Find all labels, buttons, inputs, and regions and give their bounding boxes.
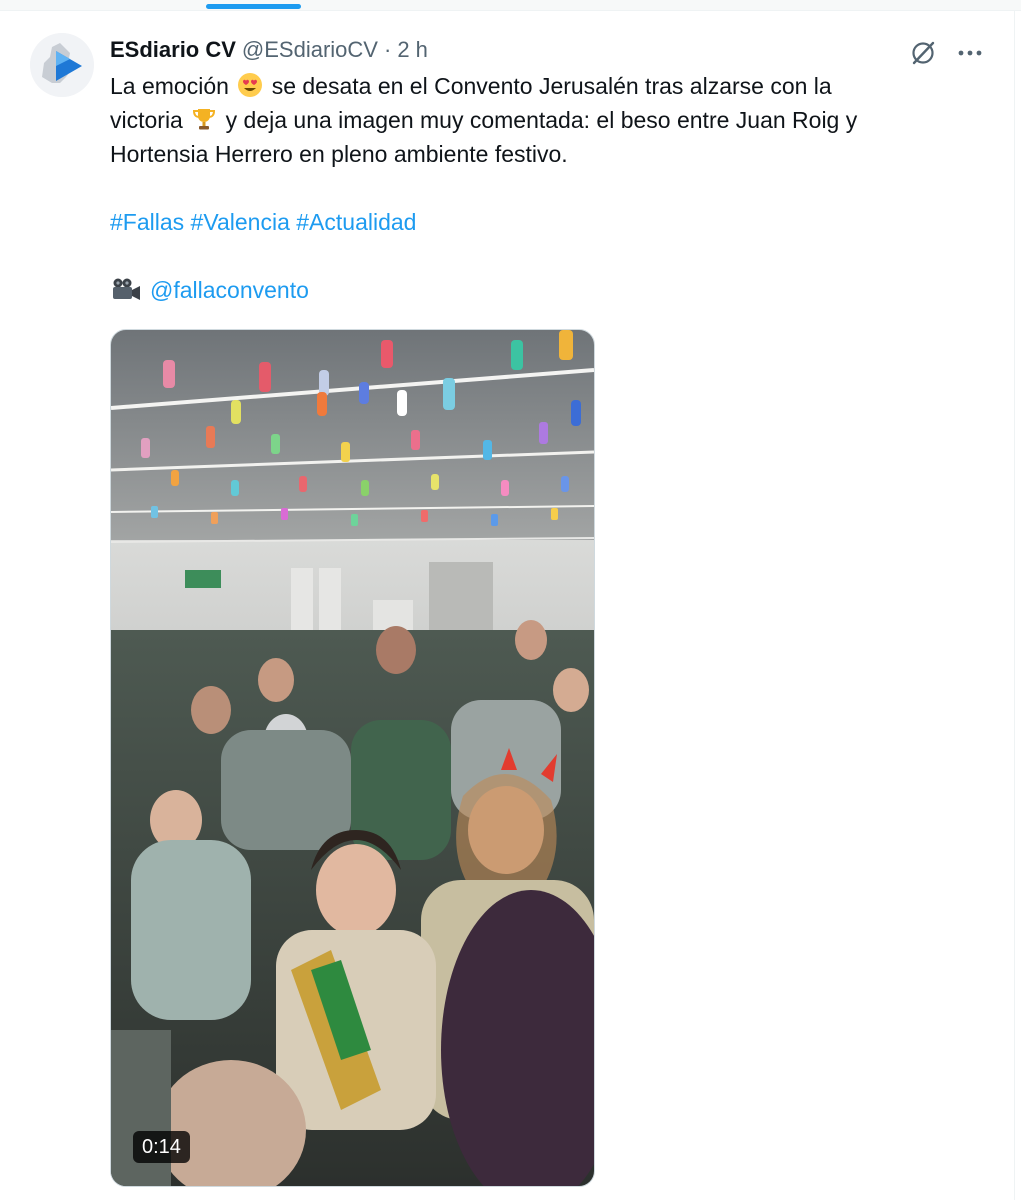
tweet-text-line-2: victoria y deja una imagen muy comentada… [110,103,970,137]
text-segment: y deja una imagen muy comentada: el beso… [225,107,858,133]
active-tab-indicator [206,4,301,9]
text-segment: La emoción [110,73,229,99]
hashtag-actualidad[interactable]: #Actualidad [296,209,416,235]
more-dots-icon [958,50,982,56]
top-strip [0,0,1021,11]
video-camera-icon [113,278,140,300]
tweet-text: La emoción se desata en el Convento Jeru… [110,69,970,171]
more-options-button[interactable] [952,36,988,70]
tweet-text-line-3: Hortensia Herrero en pleno ambiente fest… [110,141,568,167]
author-name[interactable]: ESdiario CV [110,37,236,63]
author-handle[interactable]: @ESdiarioCV [242,37,378,63]
avatar[interactable] [30,33,94,97]
timestamp[interactable]: 2 h [397,37,428,63]
video-duration: 0:14 [133,1131,190,1163]
hashtag-fallas[interactable]: #Fallas [110,209,184,235]
tweet-header: ESdiario CV @ESdiarioCV · 2 h [110,36,428,64]
video-player[interactable]: 0:14 [110,329,595,1187]
grok-button[interactable] [905,36,941,70]
text-segment: victoria [110,107,183,133]
grok-icon [912,41,935,65]
separator-dot: · [383,37,392,62]
video-thumbnail [111,330,594,1186]
tweet-screen: ESdiario CV @ESdiarioCV · 2 h La emoción… [0,0,1021,1200]
hashtag-valencia[interactable]: #Valencia [191,209,290,235]
hashtags: #Fallas #Valencia #Actualidad [110,205,416,239]
mention-fallaconvento[interactable]: @fallaconvento [150,273,309,307]
column-border [1014,10,1015,1200]
trophy-emoji-icon [193,109,216,130]
tweet-text-line-1: La emoción se desata en el Convento Jeru… [110,69,970,103]
mention-line: @fallaconvento [110,273,309,307]
heart-eyes-emoji-icon [238,73,263,97]
esdiario-logo-icon [30,33,94,97]
text-segment: se desata en el Convento Jerusalén tras … [271,73,832,99]
